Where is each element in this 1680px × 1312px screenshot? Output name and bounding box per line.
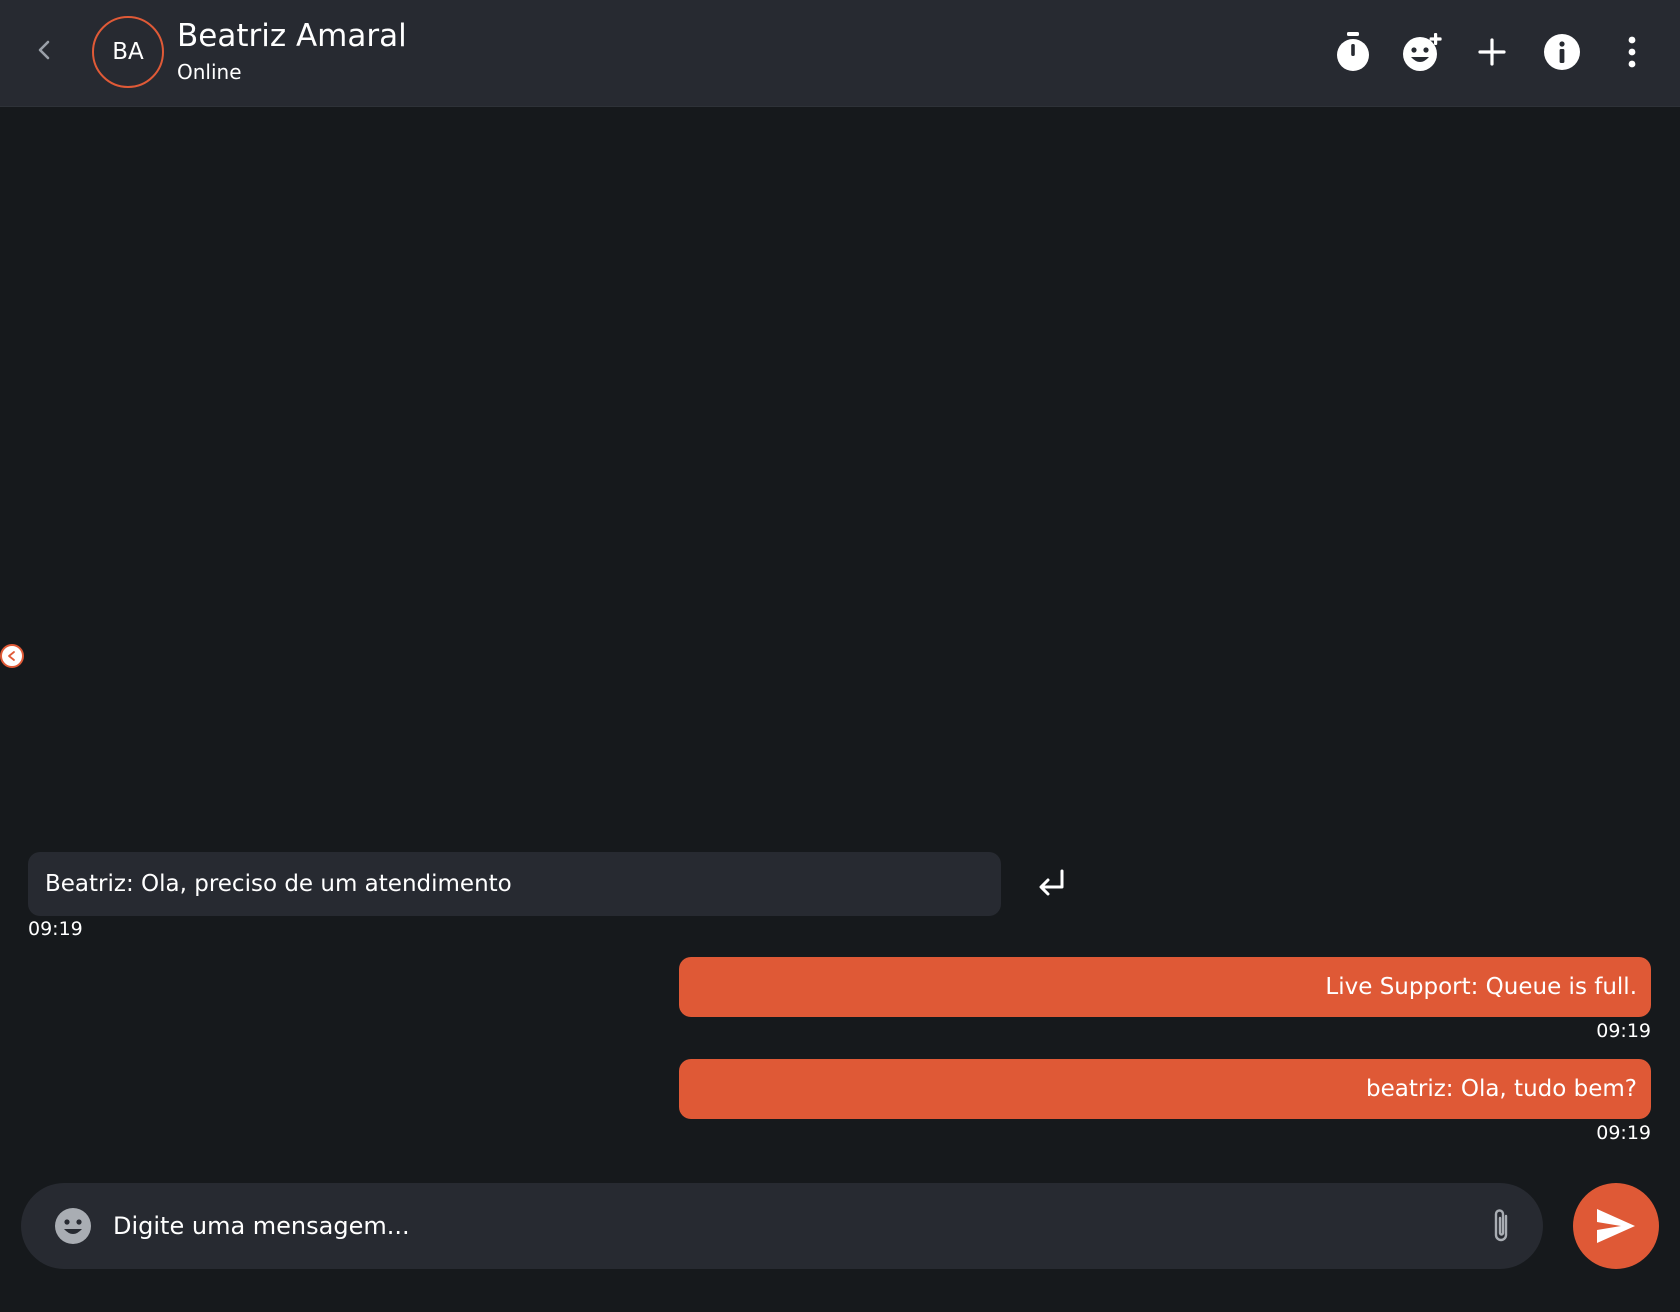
add-button[interactable] <box>1470 30 1514 74</box>
message-bubble-outgoing[interactable]: beatriz: Ola, tudo bem? <box>679 1059 1651 1119</box>
paperclip-icon <box>1494 1209 1508 1242</box>
back-button[interactable] <box>30 32 58 68</box>
contact-name: Beatriz Amaral <box>177 18 407 54</box>
send-button[interactable] <box>1573 1183 1659 1269</box>
message-input[interactable] <box>113 1201 1473 1251</box>
avatar[interactable]: BA <box>92 16 164 88</box>
more-options-button[interactable] <box>1610 30 1654 74</box>
chat-header: BA Beatriz Amaral Online <box>0 0 1680 107</box>
chevron-left-icon <box>8 651 15 661</box>
message-text: Live Support: Queue is full. <box>1325 974 1637 1000</box>
message-bubble-outgoing[interactable]: Live Support: Queue is full. <box>679 957 1651 1017</box>
timer-icon <box>1337 32 1369 71</box>
message-timestamp: 09:19 <box>1596 1020 1651 1042</box>
more-vertical-icon <box>1628 36 1636 68</box>
chat-window: BA Beatriz Amaral Online Beatriz: Ola, p… <box>0 0 1680 1312</box>
side-panel-toggle[interactable] <box>0 644 24 668</box>
message-timestamp: 09:19 <box>1596 1122 1651 1144</box>
contact-status: Online <box>177 60 242 84</box>
add-emoji-button[interactable] <box>1401 30 1445 74</box>
chevron-left-icon <box>38 40 50 60</box>
message-text: beatriz: Ola, tudo bem? <box>1366 1076 1637 1102</box>
plus-icon <box>1478 38 1506 66</box>
emoji-add-icon <box>1403 33 1442 71</box>
send-icon <box>1597 1209 1635 1243</box>
message-timestamp: 09:19 <box>28 918 83 940</box>
timer-button[interactable] <box>1331 30 1375 74</box>
reply-button[interactable] <box>1032 864 1072 904</box>
reply-arrow-icon <box>1039 869 1064 896</box>
info-button[interactable] <box>1540 30 1584 74</box>
emoji-picker-button[interactable] <box>53 1206 93 1246</box>
message-bubble-incoming[interactable]: Beatriz: Ola, preciso de um atendimento <box>28 852 1001 916</box>
attach-button[interactable] <box>1481 1203 1521 1249</box>
emoji-icon <box>55 1208 91 1244</box>
message-composer <box>21 1183 1543 1269</box>
info-icon <box>1544 34 1580 70</box>
avatar-initials: BA <box>112 39 144 65</box>
message-text: Beatriz: Ola, preciso de um atendimento <box>45 871 512 897</box>
